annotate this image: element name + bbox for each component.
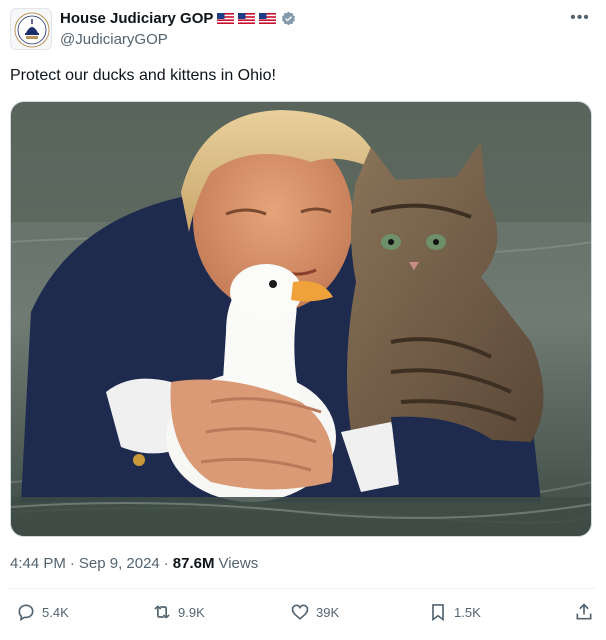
tweet-header: House Judiciary GOP @JudiciaryGOP ••• — [10, 8, 596, 52]
like-count: 39K — [316, 604, 340, 620]
name-row: House Judiciary GOP — [60, 10, 296, 27]
heart-icon — [291, 604, 309, 620]
repost-count: 9.9K — [178, 604, 205, 620]
meta-separator: · — [69, 555, 75, 572]
bookmark-button[interactable]: 1.5K — [428, 602, 481, 622]
divider — [10, 588, 596, 589]
action-bar: 5.4K 9.9K 39K 1.5K — [10, 600, 594, 628]
views-count: 87.6M — [172, 555, 215, 572]
tweet-time[interactable]: 4:44 PM — [10, 555, 66, 572]
more-options-icon[interactable]: ••• — [570, 10, 590, 28]
repost-button[interactable]: 9.9K — [152, 602, 205, 622]
repost-icon — [154, 605, 170, 619]
tweet-text: Protect our ducks and kittens in Ohio! — [10, 67, 276, 84]
bookmark-count: 1.5K — [454, 604, 481, 620]
us-flag-icon — [238, 13, 256, 24]
tweet-image[interactable] — [10, 101, 592, 537]
reply-count: 5.4K — [42, 604, 69, 620]
handle[interactable]: @JudiciaryGOP — [60, 31, 168, 48]
us-flag-icon — [259, 13, 277, 24]
man-holding-duck-and-kitten-image — [11, 102, 591, 536]
capitol-dome-seal-icon — [11, 9, 51, 49]
display-name[interactable]: House Judiciary GOP — [60, 10, 213, 27]
verified-gray-badge-icon[interactable] — [281, 11, 296, 26]
views-label: Views — [218, 555, 259, 572]
reply-icon — [18, 604, 34, 622]
tweet-date[interactable]: Sep 9, 2024 — [79, 555, 160, 572]
bookmark-icon — [432, 604, 444, 622]
share-icon — [576, 603, 592, 620]
share-button[interactable] — [574, 602, 594, 622]
like-button[interactable]: 39K — [290, 602, 339, 622]
reply-button[interactable]: 5.4K — [16, 602, 69, 622]
tweet-meta: 4:44 PM · Sep 9, 2024 · 87.6M Views — [10, 555, 258, 572]
us-flag-icon — [217, 13, 235, 24]
meta-separator: · — [163, 555, 169, 572]
avatar[interactable] — [10, 8, 52, 50]
